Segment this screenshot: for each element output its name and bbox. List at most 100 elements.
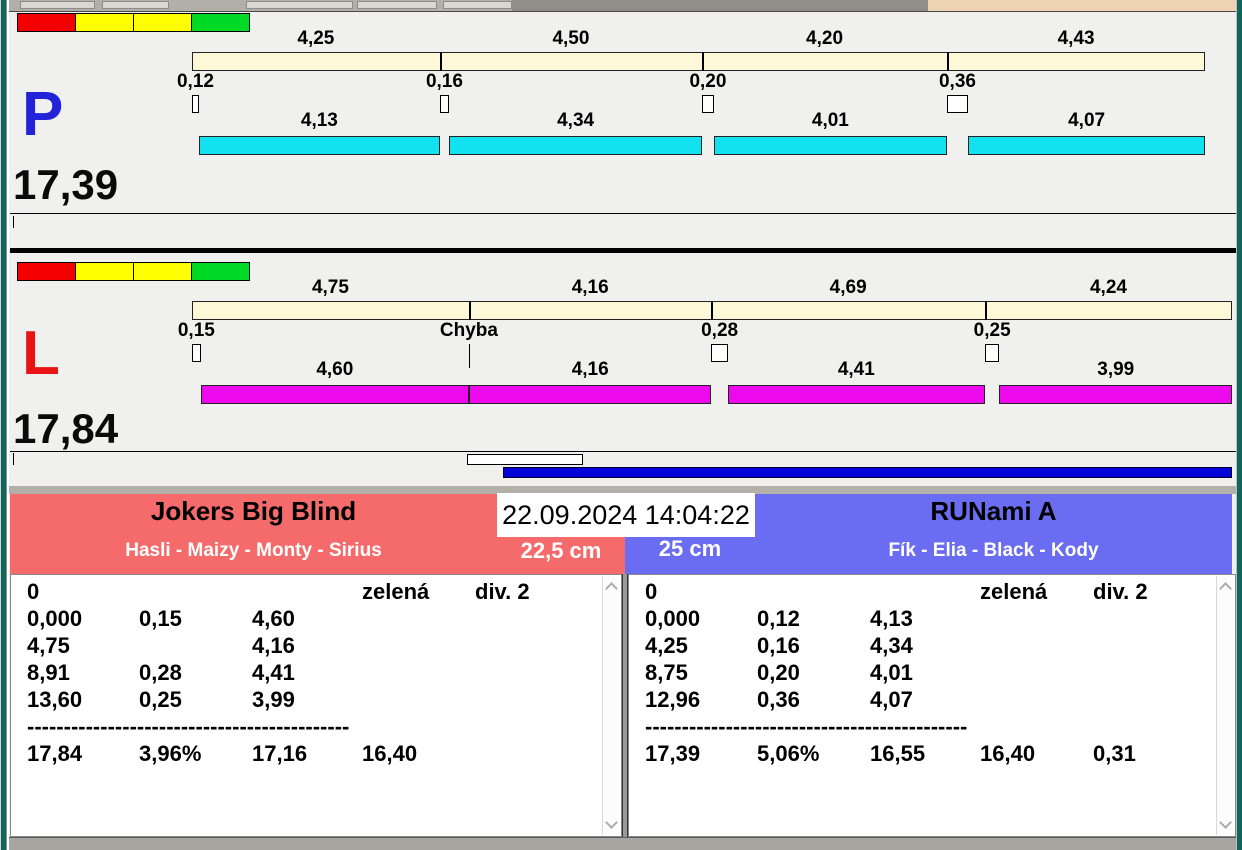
table-separator: ----------------------------------------… <box>27 714 350 739</box>
team-right-name: RUNami A <box>930 496 1057 526</box>
run-time-label: 4,60 <box>316 359 354 380</box>
changeover-time-label: 0,12 <box>176 71 214 92</box>
table-cell: 4,07 <box>870 687 913 712</box>
run-time-label: 4,13 <box>300 110 338 131</box>
table-cell: 3,96% <box>139 741 202 766</box>
split-time-label: 4,24 <box>1089 277 1127 298</box>
table-cell: 0 <box>645 579 658 604</box>
split-divider <box>984 301 987 320</box>
split-divider <box>711 301 714 320</box>
run-bar <box>200 385 469 404</box>
background-window-fragment <box>20 1 95 9</box>
run-bar <box>713 136 947 155</box>
caret-mark <box>13 216 14 228</box>
window-border-right <box>1236 0 1242 850</box>
changeover-box <box>984 344 1000 362</box>
changeover-time-label: 0,36 <box>938 71 976 92</box>
run-time-label: 4,16 <box>571 359 609 380</box>
run-bar <box>999 385 1233 404</box>
background-window-fragment <box>443 1 512 9</box>
table-cell: 3,99 <box>252 687 295 712</box>
indicator-flag <box>133 262 192 281</box>
table-cell: 16,40 <box>980 741 1036 766</box>
team-left-dogs: Hasli - Maizy - Monty - Sirius <box>125 540 382 561</box>
background-window-fragment <box>357 1 437 9</box>
scrollbar[interactable] <box>602 576 620 835</box>
run-bar <box>449 136 703 155</box>
table-cell: 16,40 <box>362 741 418 766</box>
lane-total-time: 17,39 <box>13 161 119 208</box>
lane-letter: P <box>22 80 64 149</box>
table-cell: 8,75 <box>645 660 688 685</box>
split-divider <box>439 52 442 71</box>
table-cell: div. 2 <box>1093 579 1148 604</box>
background-window-fragment <box>102 1 169 9</box>
changeover-box <box>192 95 199 113</box>
split-time-label: 4,50 <box>552 28 590 49</box>
race-timestamp: 22.09.2024 14:04:22 <box>497 493 755 537</box>
split-bar <box>192 52 1206 71</box>
window-border-left <box>0 0 9 850</box>
team-right-jump-height: 25 cm <box>658 536 722 561</box>
changeover-time-label: 0,16 <box>425 71 463 92</box>
changeover-box <box>711 344 728 362</box>
run-bar <box>967 136 1206 155</box>
run-time-label: 4,07 <box>1068 110 1106 131</box>
changeover-box <box>192 344 201 362</box>
lane-l-bottom-line <box>10 451 1236 452</box>
change-error-mark <box>468 344 470 368</box>
scroll-up-icon[interactable] <box>605 582 618 595</box>
changeover-time-label: 0,28 <box>701 320 739 341</box>
split-time-label: 4,16 <box>571 277 609 298</box>
table-cell: 13,60 <box>27 687 83 712</box>
run-bar <box>198 136 440 155</box>
scrollbar[interactable] <box>1216 576 1234 835</box>
table-cell: 4,25 <box>645 633 688 658</box>
table-cell: 4,16 <box>252 633 295 658</box>
split-time-label: 4,20 <box>806 28 844 49</box>
table-cell: 8,91 <box>27 660 70 685</box>
table-separator: ----------------------------------------… <box>645 714 968 739</box>
table-cell: 0,12 <box>757 606 800 631</box>
heat-progress-outline <box>467 454 583 465</box>
change-error-label: Chyba <box>439 320 498 341</box>
run-time-label: 4,41 <box>837 359 875 380</box>
table-cell: 4,60 <box>252 606 295 631</box>
table-cell: 0,31 <box>1093 741 1136 766</box>
changeover-time-label: 0,15 <box>177 320 215 341</box>
scroll-down-icon[interactable] <box>1219 816 1232 829</box>
indicator-flag <box>17 13 76 32</box>
background-window-tan-strip <box>928 0 1237 11</box>
scroll-up-icon[interactable] <box>1219 582 1232 595</box>
table-cell: 0,25 <box>139 687 182 712</box>
lane-separator-thick-line <box>10 248 1236 253</box>
changeover-time-label: 0,20 <box>689 71 727 92</box>
table-cell: 4,13 <box>870 606 913 631</box>
scroll-down-icon[interactable] <box>605 816 618 829</box>
table-cell: 17,16 <box>252 741 308 766</box>
background-window-strip[interactable] <box>0 0 1242 11</box>
table-cell: 0,28 <box>139 660 182 685</box>
changeover-box <box>702 95 714 113</box>
table-cell: 4,41 <box>252 660 295 685</box>
table-cell: 12,96 <box>645 687 701 712</box>
table-cell: 4,01 <box>870 660 913 685</box>
table-cell: 4,34 <box>870 633 913 658</box>
split-divider <box>468 301 471 320</box>
table-cell: zelená <box>362 579 430 604</box>
table-cell: 4,75 <box>27 633 70 658</box>
results-table-left[interactable]: 0 zelená div. 2 0,000 0,15 4,60 4,75 4,16 8,91 0,… <box>10 574 622 837</box>
results-table-right[interactable]: 0 zelená div. 2 0,000 0,12 4,13 4,25 0,16 4,34 8,… <box>628 574 1236 837</box>
heat-progress-bar <box>503 467 1232 478</box>
split-divider <box>946 52 949 71</box>
indicator-flag <box>17 262 76 281</box>
lane-letter: L <box>22 319 60 388</box>
changeover-time-label: 0,25 <box>973 320 1011 341</box>
split-divider <box>702 52 705 71</box>
team-left-jump-height: 22,5 cm <box>520 538 602 563</box>
split-time-label: 4,25 <box>297 28 335 49</box>
lane-total-time: 17,84 <box>13 405 119 452</box>
table-cell: 0,15 <box>139 606 182 631</box>
table-cell: 5,06% <box>757 741 820 766</box>
table-cell: 16,55 <box>870 741 926 766</box>
